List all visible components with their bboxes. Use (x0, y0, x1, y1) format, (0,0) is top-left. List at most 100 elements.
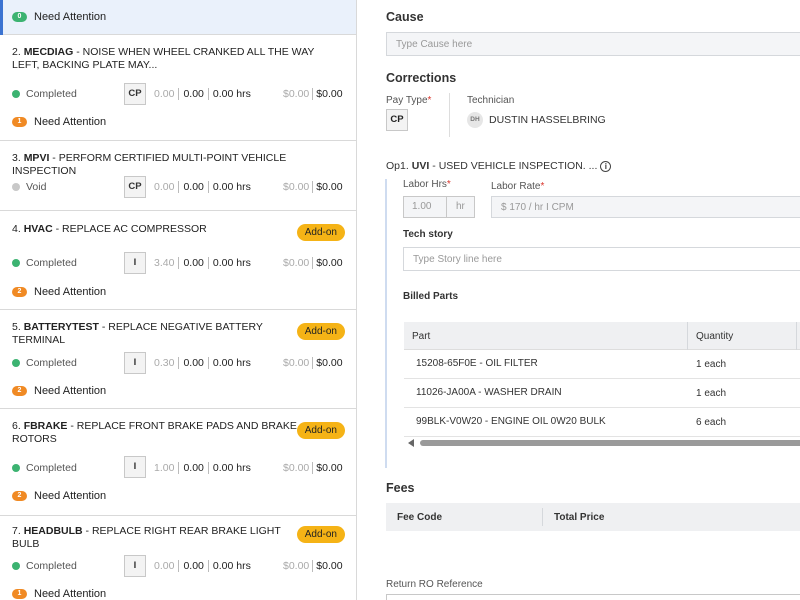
quantity-cell: 6 each (696, 417, 727, 428)
pay-type-label: Pay Type* (386, 95, 432, 106)
job-card-3[interactable]: 3. MPVI - PERFORM CERTIFIED MULTI-POINT … (0, 142, 356, 211)
job-code: FBRAKE (23, 420, 68, 432)
labor-hrs-label: Labor Hrs* (403, 179, 451, 190)
billed-parts-label: Billed Parts (403, 291, 459, 302)
info-icon[interactable]: i (600, 160, 612, 172)
job-status: Void (12, 181, 46, 193)
need-attention-row[interactable]: 1 Need Attention (12, 588, 106, 600)
part-cell: 15208-65F0E - OIL FILTER (416, 358, 538, 369)
job-card-7[interactable]: 7. HEADBULB - REPLACE RIGHT REAR BRAKE L… (0, 517, 356, 600)
operation-title: Op1. UVI - USED VEHICLE INSPECTION. ... … (386, 160, 612, 172)
pay-type-button[interactable]: I (124, 456, 146, 478)
need-attention-label: Need Attention (34, 11, 107, 23)
labor-rate-label: Labor Rate* (491, 181, 545, 192)
addon-badge: Add-on (296, 422, 345, 439)
corrections-title: Corrections (386, 71, 457, 85)
job-hours: 0.00 0.00 0.00 hrs (154, 181, 251, 193)
job-status: Completed (12, 357, 77, 369)
job-list-panel: 0 Need Attention 2. MECDIAG - NOISE WHEN… (0, 0, 357, 600)
technician-name[interactable]: DUSTIN HASSELBRING (489, 114, 606, 126)
part-cell: 99BLK-V0W20 - ENGINE OIL 0W20 BULK (416, 416, 606, 427)
cause-title: Cause (386, 10, 424, 24)
parts-horizontal-scrollbar[interactable] (404, 438, 800, 448)
labor-hrs-value[interactable]: 1.00 (404, 197, 446, 217)
job-price: $0.00 $0.00 (283, 257, 343, 269)
need-attention-row[interactable]: 2 Need Attention (12, 286, 106, 298)
part-column-header[interactable]: Part (412, 331, 430, 342)
job-title: 4. HVAC - REPLACE AC COMPRESSOR (12, 223, 207, 235)
status-dot-icon (12, 464, 20, 472)
addon-badge: Add-on (296, 323, 345, 340)
avatar: DH (467, 112, 483, 128)
job-code: HVAC (23, 223, 53, 235)
job-hours: 0.00 0.00 0.00 hrs (154, 560, 251, 572)
selection-accent (0, 0, 3, 35)
attention-count-badge: 2 (12, 386, 27, 396)
fees-title: Fees (386, 481, 415, 495)
fees-table-header: Fee Code Total Price (386, 503, 800, 531)
need-attention-row[interactable]: 2 Need Attention (12, 385, 106, 397)
pay-type-button[interactable]: I (124, 555, 146, 577)
job-title: 3. MPVI - PERFORM CERTIFIED MULTI-POINT … (12, 152, 287, 177)
return-ro-input[interactable] (386, 594, 800, 600)
attention-count-badge: 1 (12, 589, 27, 599)
scrollbar-thumb[interactable] (420, 440, 800, 446)
labor-hrs-unit: hr (445, 197, 474, 217)
status-dot-icon (12, 562, 20, 570)
addon-badge: Add-on (296, 224, 345, 241)
job-code: MPVI (23, 152, 50, 164)
job-title: 6. FBRAKE - REPLACE FRONT BRAKE PADS AND… (12, 420, 297, 445)
job-price: $0.00 $0.00 (283, 560, 343, 572)
labor-hrs-input[interactable]: 1.00 hr (403, 196, 475, 218)
status-dot-icon (12, 183, 20, 191)
cause-input[interactable]: Type Cause here (386, 32, 800, 56)
pay-type-button[interactable]: CP (124, 176, 146, 198)
selected-job-strip[interactable]: 0 Need Attention (0, 0, 356, 35)
job-price: $0.00 $0.00 (283, 181, 343, 193)
job-status: Completed (12, 88, 77, 100)
need-attention-row[interactable]: 1 Need Attention (12, 116, 106, 128)
job-status: Completed (12, 257, 77, 269)
need-attention-row[interactable]: 0 Need Attention (12, 11, 106, 23)
quantity-column-header[interactable]: Quantity (696, 331, 733, 342)
attention-count-badge: 2 (12, 491, 27, 501)
job-card-5[interactable]: 5. BATTERYTEST - REPLACE NEGATIVE BATTER… (0, 311, 356, 409)
job-card-2[interactable]: 2. MECDIAG - NOISE WHEN WHEEL CRANKED AL… (0, 36, 356, 141)
job-hours: 1.00 0.00 0.00 hrs (154, 462, 251, 474)
op-code: UVI (411, 160, 430, 172)
fee-code-column-header[interactable]: Fee Code (397, 512, 442, 523)
scroll-left-icon[interactable] (408, 439, 414, 447)
job-code: BATTERYTEST (23, 321, 99, 333)
job-hours: 3.40 0.00 0.00 hrs (154, 257, 251, 269)
technician-label: Technician (467, 95, 515, 106)
tech-story-label: Tech story (403, 229, 453, 240)
pay-type-button[interactable]: CP (124, 83, 146, 105)
addon-badge: Add-on (296, 526, 345, 543)
pay-type-button[interactable]: I (124, 352, 146, 374)
operation-rail (385, 179, 387, 468)
pay-type-selector[interactable]: CP (386, 109, 408, 131)
job-price: $0.00 $0.00 (283, 88, 343, 100)
quantity-cell: 1 each (696, 359, 727, 370)
table-row[interactable]: 15208-65F0E - OIL FILTER 1 each (404, 350, 800, 379)
job-detail-panel: Cause Type Cause here Corrections Pay Ty… (358, 0, 800, 600)
tech-story-input[interactable]: Type Story line here (403, 247, 800, 271)
labor-rate-select[interactable]: $ 170 / hr I CPM (491, 196, 800, 218)
status-dot-icon (12, 359, 20, 367)
job-title: 2. MECDIAG - NOISE WHEN WHEEL CRANKED AL… (12, 46, 315, 71)
attention-count-badge: 1 (12, 117, 27, 127)
total-price-column-header[interactable]: Total Price (554, 512, 604, 523)
job-code: MECDIAG (23, 46, 74, 58)
job-title: 7. HEADBULB - REPLACE RIGHT REAR BRAKE L… (12, 525, 281, 550)
need-attention-row[interactable]: 2 Need Attention (12, 490, 106, 502)
attention-count-badge: 2 (12, 287, 27, 297)
table-row[interactable]: 99BLK-V0W20 - ENGINE OIL 0W20 BULK 6 eac… (404, 408, 800, 437)
job-card-4[interactable]: 4. HVAC - REPLACE AC COMPRESSOR Add-on C… (0, 212, 356, 310)
table-row[interactable]: 11026-JA00A - WASHER DRAIN 1 each (404, 379, 800, 408)
job-card-6[interactable]: 6. FBRAKE - REPLACE FRONT BRAKE PADS AND… (0, 410, 356, 516)
job-hours: 0.00 0.00 0.00 hrs (154, 88, 251, 100)
job-hours: 0.30 0.00 0.00 hrs (154, 357, 251, 369)
part-cell: 11026-JA00A - WASHER DRAIN (416, 387, 562, 398)
job-price: $0.00 $0.00 (283, 357, 343, 369)
pay-type-button[interactable]: I (124, 252, 146, 274)
